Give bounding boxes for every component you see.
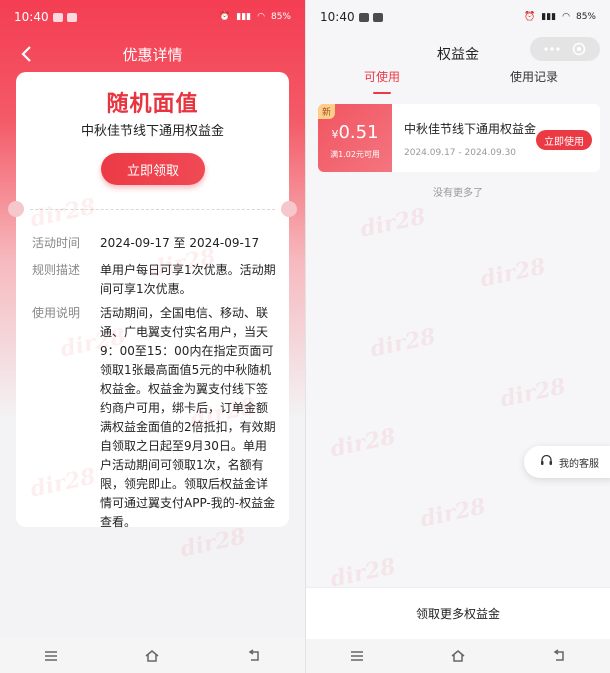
signal-icon: ▮▮▮ (541, 12, 557, 22)
home-icon[interactable] (448, 646, 468, 666)
customer-service-button[interactable]: 我的客服 (524, 446, 610, 478)
coupon-stub: 新 ¥0.51 满1.02元可用 (318, 104, 392, 172)
status-time: 10:40 (320, 10, 355, 24)
offer-subtitle: 中秋佳节线下通用权益金 (80, 124, 224, 139)
alarm-icon: ⏰ (524, 12, 536, 22)
headset-icon (540, 454, 553, 470)
get-more-benefits-button[interactable]: 领取更多权益金 (306, 587, 610, 639)
coupon-name: 中秋佳节线下通用权益金 (404, 122, 537, 136)
tab-usage-history[interactable]: 使用记录 (458, 66, 610, 94)
coupon-condition: 满1.02元可用 (330, 150, 380, 159)
page-title: 优惠详情 (122, 45, 183, 64)
page-title: 权益金 (437, 47, 479, 63)
dashed-divider (30, 209, 275, 210)
alarm-icon: ⏰ (219, 12, 231, 22)
coupon-card[interactable]: 新 ¥0.51 满1.02元可用 中秋佳节线下通用权益金 2024.09.17 … (318, 104, 600, 172)
home-icon[interactable] (142, 646, 162, 666)
customer-service-label: 我的客服 (559, 458, 599, 470)
new-badge: 新 (318, 104, 336, 119)
info-value: 单用户每日可享1次优惠。活动期间可享1次优惠。 (100, 263, 276, 296)
status-icons: ⏰ ▮▮▮ ◠ 85% (524, 12, 596, 22)
battery-level: 85% (270, 12, 291, 22)
info-row-rules: 规则描述 单用户每日可享1次优惠。活动期间可享1次优惠。 (32, 261, 277, 299)
card-notch-right (281, 201, 297, 217)
close-icon[interactable] (570, 40, 588, 58)
status-icons: ⏰ ▮▮▮ ◠ 85% (219, 12, 291, 22)
coupon-amount-value: 0.51 (338, 122, 379, 143)
card-notch-left (8, 201, 24, 217)
right-phone-screen: 10:40 ⏰ ▮▮▮ ◠ 85% 权益金 可使用 使用记录 新 ¥0.51 满… (305, 0, 610, 673)
claim-button[interactable]: 立即领取 (101, 153, 205, 185)
info-key: 规则描述 (32, 263, 81, 277)
notification-icon (358, 12, 369, 22)
wifi-icon: ◠ (562, 12, 570, 22)
status-time: 10:40 (14, 10, 49, 24)
coupon-amount: ¥0.51 (318, 122, 392, 143)
info-value: 2024-09-17 至 2024-09-17 (100, 236, 260, 250)
system-nav-bar (0, 639, 305, 673)
app-icon (66, 12, 77, 22)
back-arrow-icon[interactable] (14, 42, 38, 66)
use-now-button[interactable]: 立即使用 (536, 130, 592, 150)
info-key: 活动时间 (32, 236, 81, 250)
app-icon (372, 12, 383, 22)
more-options-icon[interactable] (543, 40, 561, 58)
status-bar: 10:40 ⏰ ▮▮▮ ◠ 85% (0, 0, 305, 34)
info-row-instructions: 使用说明 活动期间，全国电信、移动、联通、广电翼支付实名用户，当天9：00至15… (32, 304, 277, 532)
tab-available[interactable]: 可使用 (306, 66, 458, 94)
system-nav-bar (306, 639, 610, 673)
wifi-icon: ◠ (257, 12, 265, 22)
mini-program-capsule (530, 37, 600, 61)
tab-bar: 可使用 使用记录 (306, 66, 610, 94)
offer-detail-card: 随机面值 中秋佳节线下通用权益金 立即领取 活动时间 2024-09-17 至 … (8, 72, 297, 529)
back-icon[interactable] (549, 646, 569, 666)
notification-icon (52, 12, 63, 22)
signal-icon: ▮▮▮ (236, 12, 252, 22)
menu-icon[interactable] (41, 646, 61, 666)
screenshot-stage: 10:40 ⏰ ▮▮▮ ◠ 85% 优惠详情 随机面值 中秋佳节线下通用权益金 … (0, 0, 610, 673)
top-nav-bar: 优惠详情 (0, 36, 305, 72)
no-more-text: 没有更多了 (433, 188, 483, 199)
menu-icon[interactable] (347, 646, 367, 666)
offer-title: 随机面值 (106, 92, 199, 117)
status-bar: 10:40 ⏰ ▮▮▮ ◠ 85% (306, 0, 610, 34)
info-value: 活动期间，全国电信、移动、联通、广电翼支付实名用户，当天9：00至15：00内在… (100, 306, 276, 529)
info-row-activity-time: 活动时间 2024-09-17 至 2024-09-17 (32, 234, 277, 253)
battery-level: 85% (575, 12, 596, 22)
info-key: 使用说明 (32, 306, 81, 320)
left-phone-screen: 10:40 ⏰ ▮▮▮ ◠ 85% 优惠详情 随机面值 中秋佳节线下通用权益金 … (0, 0, 305, 673)
coupon-validity: 2024.09.17 - 2024.09.30 (404, 148, 517, 158)
back-icon[interactable] (244, 646, 264, 666)
